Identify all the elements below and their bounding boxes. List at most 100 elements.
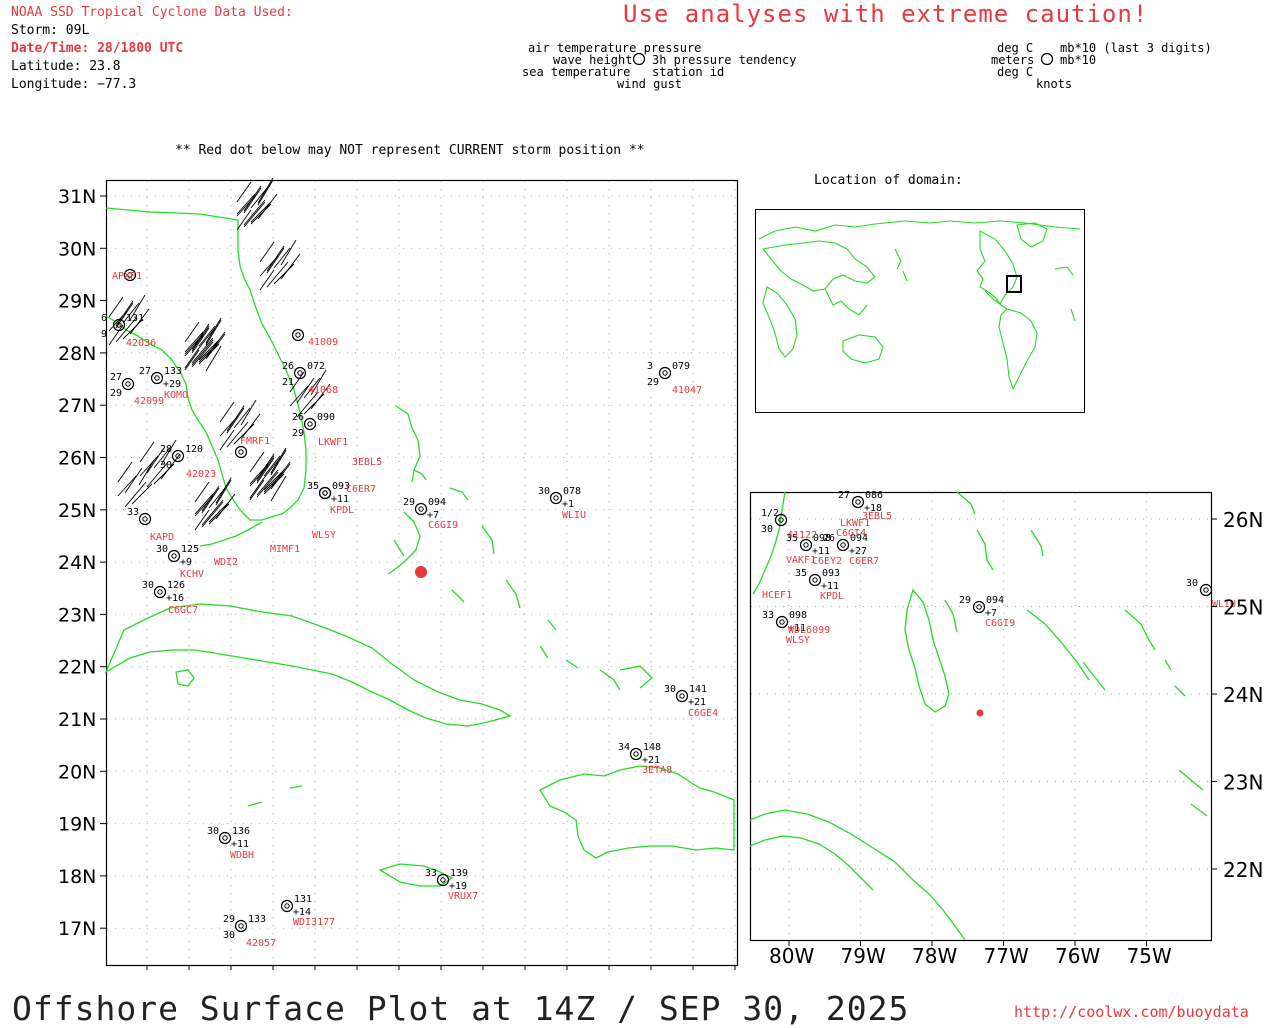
station-id-label: KAPD [150, 532, 174, 543]
station-air-temp: 29 [959, 595, 971, 606]
station-id-label: LKWF1 [318, 437, 348, 448]
zoom-station-id-label: WDL6099 [788, 625, 830, 636]
zoom-station-id-label: LKWF1 [840, 518, 870, 529]
station-air-temp: 34 [618, 742, 630, 753]
station-air-temp: 28 [160, 444, 172, 455]
zoom-station-id-label: WLSY [786, 635, 810, 646]
inset-title: Location of domain: [814, 173, 963, 188]
legend-knots: knots [1036, 77, 1073, 91]
station-pressure: 078 [563, 486, 581, 497]
zoom-lon-label: 77W [984, 944, 1029, 968]
station-sea-temp: 29 [292, 428, 304, 439]
station-id-label: VRUX7 [448, 891, 478, 902]
legend-deg-c-sea: deg C [997, 65, 1034, 79]
lat-label: 23N [58, 604, 96, 626]
lat-label: 24N [58, 552, 96, 574]
zoom-lon-label: 75W [1127, 944, 1172, 968]
lat-label: 19N [58, 814, 96, 836]
station-id-label: C6ER7 [346, 484, 376, 495]
legend-mb: mb*10 [1060, 53, 1097, 67]
zoom-station-id-label: VAKF1 [786, 555, 816, 566]
zoom-station-id-label: C6EY2 [812, 556, 842, 567]
station-pressure: 120 [185, 444, 203, 455]
station-id-label: KCHV [180, 569, 204, 580]
station-tendency: +11 [231, 839, 249, 850]
station-air-temp: 1/2 [761, 508, 779, 519]
station-id-label: WLSY [312, 530, 336, 541]
station-id-label: WDI3177 [293, 917, 335, 928]
zoom-station-id-label: 41122 [787, 530, 817, 541]
station-tendency: +9 [180, 557, 192, 568]
lat-label: 31N [58, 186, 96, 208]
station-id-label: C6GC7 [168, 605, 198, 616]
zoom-lon-label: 78W [912, 944, 957, 968]
station-pressure: 125 [181, 544, 199, 555]
zoom-station-id-label: KPDL [820, 591, 844, 602]
station-sea-temp: 30 [160, 460, 172, 471]
station-pressure: 141 [689, 684, 707, 695]
station-pressure: 148 [643, 742, 661, 753]
caution-banner: Use analyses with extreme caution! [623, 0, 1149, 28]
station-id-label: 3ETA8 [642, 765, 672, 776]
station-pressure: 093 [822, 568, 840, 579]
station-id-label: 42057 [246, 938, 276, 949]
station-id-label: C6GI9 [428, 520, 458, 531]
lat-label: 21N [58, 709, 96, 731]
station-air-temp: 30 [664, 684, 676, 695]
lat-label: 25N [58, 500, 96, 522]
lat-label: 18N [58, 866, 96, 888]
station-id-label: 3EBL5 [352, 457, 382, 468]
station-pressure: 126 [167, 580, 185, 591]
zoom-lon-label: 80W [769, 944, 814, 968]
zoom-lon-label: 79W [841, 944, 886, 968]
station-id-label: WLIU [562, 510, 586, 521]
storm-latitude: Latitude: 23.8 [11, 59, 121, 74]
zoom-lat-label: 24N [1223, 683, 1263, 707]
station-sea-temp: 9 [101, 329, 107, 340]
station-id-label: WDBH [230, 850, 254, 861]
station-air-temp: 30 [1186, 578, 1198, 589]
zoom-storm-dot [976, 709, 984, 717]
lat-label: 30N [58, 238, 96, 260]
station-air-temp: 33 [762, 610, 774, 621]
station-sea-temp: 21 [282, 377, 294, 388]
station-sea-temp: 30 [761, 524, 773, 535]
zoom-station-id-label: C6GI9 [985, 618, 1015, 629]
station-air-temp: 30 [207, 826, 219, 837]
main-surface-map: 3 0792930 078+129 094+730 141+2134 148+2133 13… [58, 177, 739, 970]
zoom-lat-label: 22N [1223, 858, 1263, 882]
station-air-temp: 27 [139, 366, 151, 377]
red-dot-note: ** Red dot below may NOT represent CURRE… [175, 143, 645, 158]
station-pressure: 090 [317, 412, 335, 423]
legend-station-circle-icon [632, 52, 646, 66]
lat-label: 22N [58, 657, 96, 679]
station-pressure: 139 [450, 868, 468, 879]
station-tendency: +11 [331, 494, 349, 505]
station-tendency: +21 [688, 697, 706, 708]
station-pressure: 131 [294, 894, 312, 905]
source-url-link[interactable]: http://coolwx.com/buoydata [1014, 1003, 1249, 1021]
station-air-temp: 29 [403, 497, 415, 508]
zoom-lat-label: 26N [1223, 508, 1263, 532]
station-air-temp: 6 [101, 313, 107, 324]
station-air-temp: 30 [142, 580, 154, 591]
station-air-temp: 27 [838, 490, 850, 501]
station-id-label: 42023 [186, 469, 216, 480]
station-id-label: 41009 [308, 337, 338, 348]
plot-title: Offshore Surface Plot at 14Z / SEP 30, 2… [12, 989, 910, 1028]
lat-label: 17N [58, 918, 96, 940]
station-air-temp: 35 [307, 481, 319, 492]
storm-position-dot [415, 566, 427, 578]
station-air-temp: 30 [156, 544, 168, 555]
lat-label: 27N [58, 395, 96, 417]
station-pressure: 131 [126, 313, 144, 324]
station-sea-temp: 29 [110, 388, 122, 399]
station-pressure: 094 [986, 595, 1004, 606]
storm-id: Storm: 09L [11, 23, 90, 38]
zoom-station-id-label: C6ER7 [849, 556, 879, 567]
station-air-temp: 3 [647, 361, 653, 372]
station-id-label: MIMF1 [270, 544, 300, 555]
station-id-label: WDI2 [214, 557, 238, 568]
lat-label: 20N [58, 761, 96, 783]
station-tendency: +29 [163, 379, 181, 390]
